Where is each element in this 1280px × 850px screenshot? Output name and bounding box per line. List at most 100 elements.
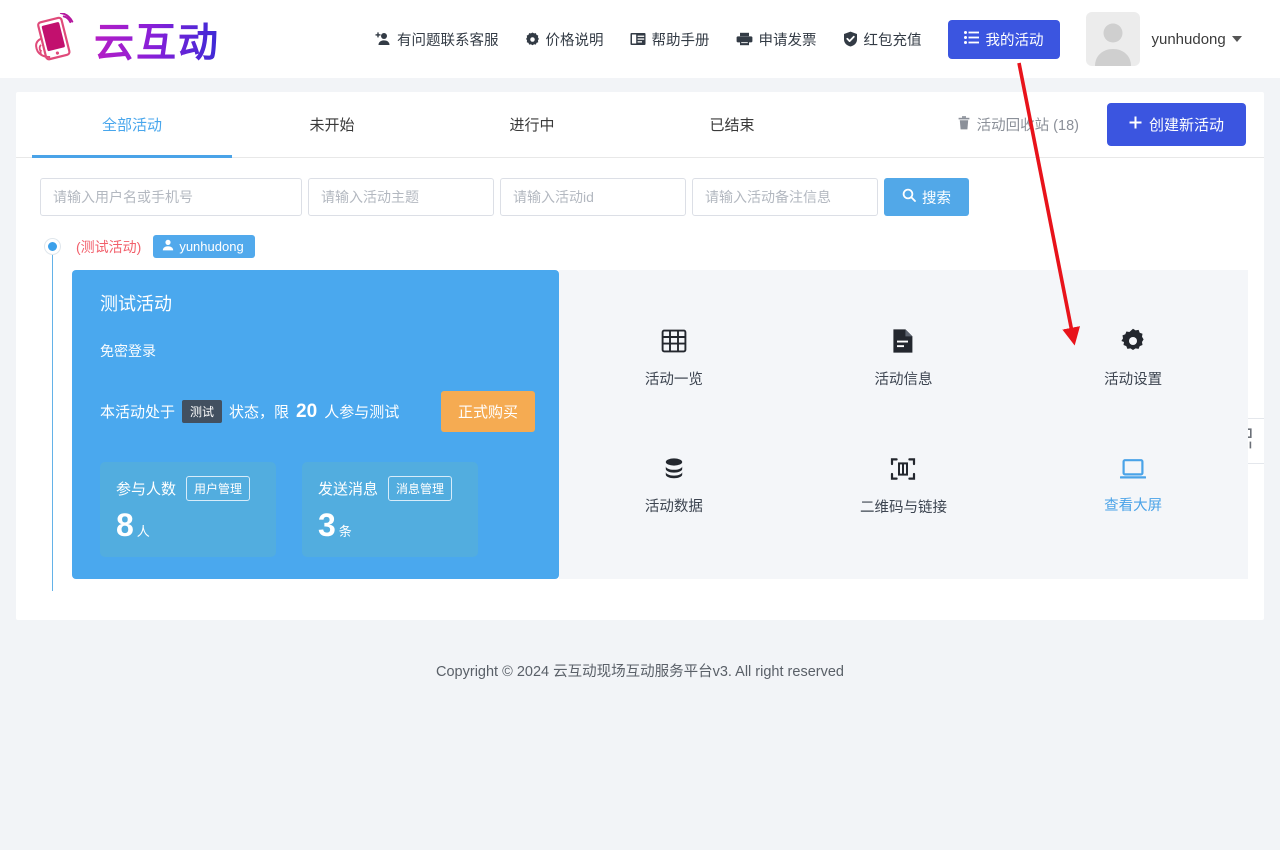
activity-stats: 参与人数 用户管理 8 人 发送消息 消息管理 3 条: [100, 462, 535, 557]
document-icon: [891, 328, 915, 354]
tool-view-big-screen[interactable]: 查看大屏: [1018, 423, 1248, 552]
activity-status-row: 本活动处于 测试 状态，限 20 人参与测试 正式购买: [100, 391, 535, 432]
stat-header: 发送消息 消息管理: [318, 476, 462, 501]
hand-holding-phone-icon: [28, 12, 84, 65]
tool-label: 活动设置: [1104, 371, 1163, 388]
avatar[interactable]: [1085, 12, 1140, 66]
tab-label: 已结束: [709, 117, 755, 134]
app-header: 云互动 有问题联系客服 价格说明 帮助手册 申请发票 红包充值 我的活动 yun…: [0, 0, 1280, 78]
tool-activity-settings[interactable]: 活动设置: [1018, 294, 1248, 423]
activity-header: (测试活动) yunhudong: [40, 235, 1248, 258]
trash-icon: [958, 115, 970, 134]
stat-participants: 参与人数 用户管理 8 人: [100, 462, 276, 557]
filter-bar: 搜索: [16, 158, 1264, 216]
my-activity-button[interactable]: 我的活动: [947, 19, 1060, 59]
printer-icon: [736, 32, 753, 46]
tab-label: 全部活动: [101, 117, 162, 134]
tool-label: 活动信息: [874, 371, 933, 388]
user-management-button[interactable]: 用户管理: [186, 476, 251, 501]
tab-label: 进行中: [509, 117, 555, 134]
tool-label: 查看大屏: [1104, 498, 1163, 515]
user-area[interactable]: yunhudong: [1085, 12, 1242, 66]
search-icon: [902, 188, 916, 206]
chevron-down-icon: [1231, 36, 1242, 42]
tool-qrcode-and-link[interactable]: 二维码与链接: [789, 423, 1019, 552]
nav-label: 有问题联系客服: [397, 32, 499, 49]
nav-item-redpacket-recharge[interactable]: 红包充值: [843, 29, 922, 50]
tab-all-activities[interactable]: 全部活动: [32, 92, 232, 158]
gear-alt-icon: [525, 31, 540, 47]
activity-card-summary: 测试活动 免密登录 本活动处于 测试 状态，限 20 人参与测试 正式购买 参与…: [72, 270, 559, 579]
owner-badge-label: yunhudong: [179, 239, 244, 254]
database-icon: [661, 457, 687, 481]
status-suffix: 人参与测试: [324, 404, 400, 421]
user-menu[interactable]: yunhudong: [1152, 31, 1242, 48]
stat-header: 参与人数 用户管理: [116, 476, 260, 501]
status-mid: 状态，限: [229, 404, 290, 421]
search-button[interactable]: 搜索: [884, 178, 969, 216]
activity-subtitle: 免密登录: [100, 343, 156, 359]
activity-owner-badge[interactable]: yunhudong: [153, 235, 255, 258]
nav-label: 帮助手册: [651, 32, 710, 49]
message-management-button[interactable]: 消息管理: [388, 476, 453, 501]
tool-activity-info[interactable]: 活动信息: [789, 294, 1019, 423]
stat-label: 参与人数: [116, 481, 177, 498]
activity-test-tag: (测试活动): [76, 238, 142, 255]
user-plus-icon: [375, 31, 391, 47]
recycle-bin-label: 活动回收站 (18): [976, 118, 1079, 134]
nav-label: 申请发票: [758, 32, 817, 49]
status-pill: 测试: [182, 400, 223, 423]
nav-item-request-invoice[interactable]: 申请发票: [736, 29, 817, 50]
list-icon: [963, 30, 979, 48]
stat-unit: 人: [136, 524, 150, 539]
monitor-icon: [1120, 458, 1147, 480]
stat-number: 3: [318, 507, 336, 543]
status-dot-icon: [45, 239, 60, 254]
book-icon: [630, 32, 646, 46]
tab-not-started[interactable]: 未开始: [232, 92, 432, 157]
stat-value: 3 条: [318, 509, 462, 541]
tool-label: 活动一览: [644, 371, 703, 388]
timeline-line: [52, 254, 53, 591]
recycle-bin-link[interactable]: 活动回收站 (18): [958, 114, 1079, 135]
search-input-activity-title[interactable]: [308, 178, 494, 216]
user-icon: [162, 239, 174, 254]
footer-copyright: Copyright © 2024 云互动现场互动服务平台v3. All righ…: [436, 664, 844, 680]
search-button-label: 搜索: [922, 190, 951, 207]
tab-in-progress[interactable]: 进行中: [432, 92, 632, 157]
nav-item-pricing[interactable]: 价格说明: [525, 29, 604, 50]
stat-value: 8 人: [116, 509, 260, 541]
user-name-label: yunhudong: [1151, 30, 1226, 48]
stat-unit: 条: [338, 524, 352, 539]
search-input-user-or-phone[interactable]: [40, 178, 302, 216]
nav-item-contact-support[interactable]: 有问题联系客服: [375, 29, 499, 50]
nav-label: 红包充值: [863, 32, 922, 49]
tool-label: 活动数据: [644, 499, 703, 516]
buy-button[interactable]: 正式购买: [440, 391, 535, 432]
logo-text: 云互动: [94, 10, 220, 68]
plus-icon: [1129, 116, 1142, 133]
search-input-activity-id[interactable]: [500, 178, 686, 216]
nav-item-help-manual[interactable]: 帮助手册: [630, 29, 710, 50]
activity-tabs: 全部活动 未开始 进行中 已结束 活动回收站 (18) 创建新活动: [16, 92, 1264, 158]
tabs-right-actions: 活动回收站 (18) 创建新活动: [958, 103, 1254, 146]
activity-status-text: 本活动处于 测试 状态，限 20 人参与测试: [100, 400, 399, 423]
my-activity-label: 我的活动: [985, 32, 1044, 49]
stat-label: 发送消息: [318, 481, 379, 498]
nav-label: 价格说明: [545, 32, 604, 49]
tool-activity-data[interactable]: 活动数据: [559, 423, 789, 552]
tab-finished[interactable]: 已结束: [632, 92, 832, 157]
content-panel: 全部活动 未开始 进行中 已结束 活动回收站 (18) 创建新活动 请输入用户名…: [16, 92, 1264, 620]
grid-table-icon: [661, 328, 687, 354]
logo[interactable]: 云互动: [28, 10, 220, 68]
header-nav: 有问题联系客服 价格说明 帮助手册 申请发票 红包充值: [375, 29, 922, 50]
stat-messages: 发送消息 消息管理 3 条: [302, 462, 478, 557]
qrcode-scan-icon: [890, 456, 916, 482]
tool-label: 二维码与链接: [859, 500, 947, 517]
search-input-activity-remark[interactable]: [692, 178, 878, 216]
status-prefix: 本活动处于: [100, 404, 176, 421]
create-activity-button[interactable]: 创建新活动: [1106, 103, 1246, 146]
tab-label: 未开始: [309, 117, 355, 134]
activity-tools-grid: 活动一览 活动信息 活动设置 活动数据 二维码与链接 查看大屏: [559, 270, 1248, 579]
tool-activity-overview[interactable]: 活动一览: [559, 294, 789, 423]
